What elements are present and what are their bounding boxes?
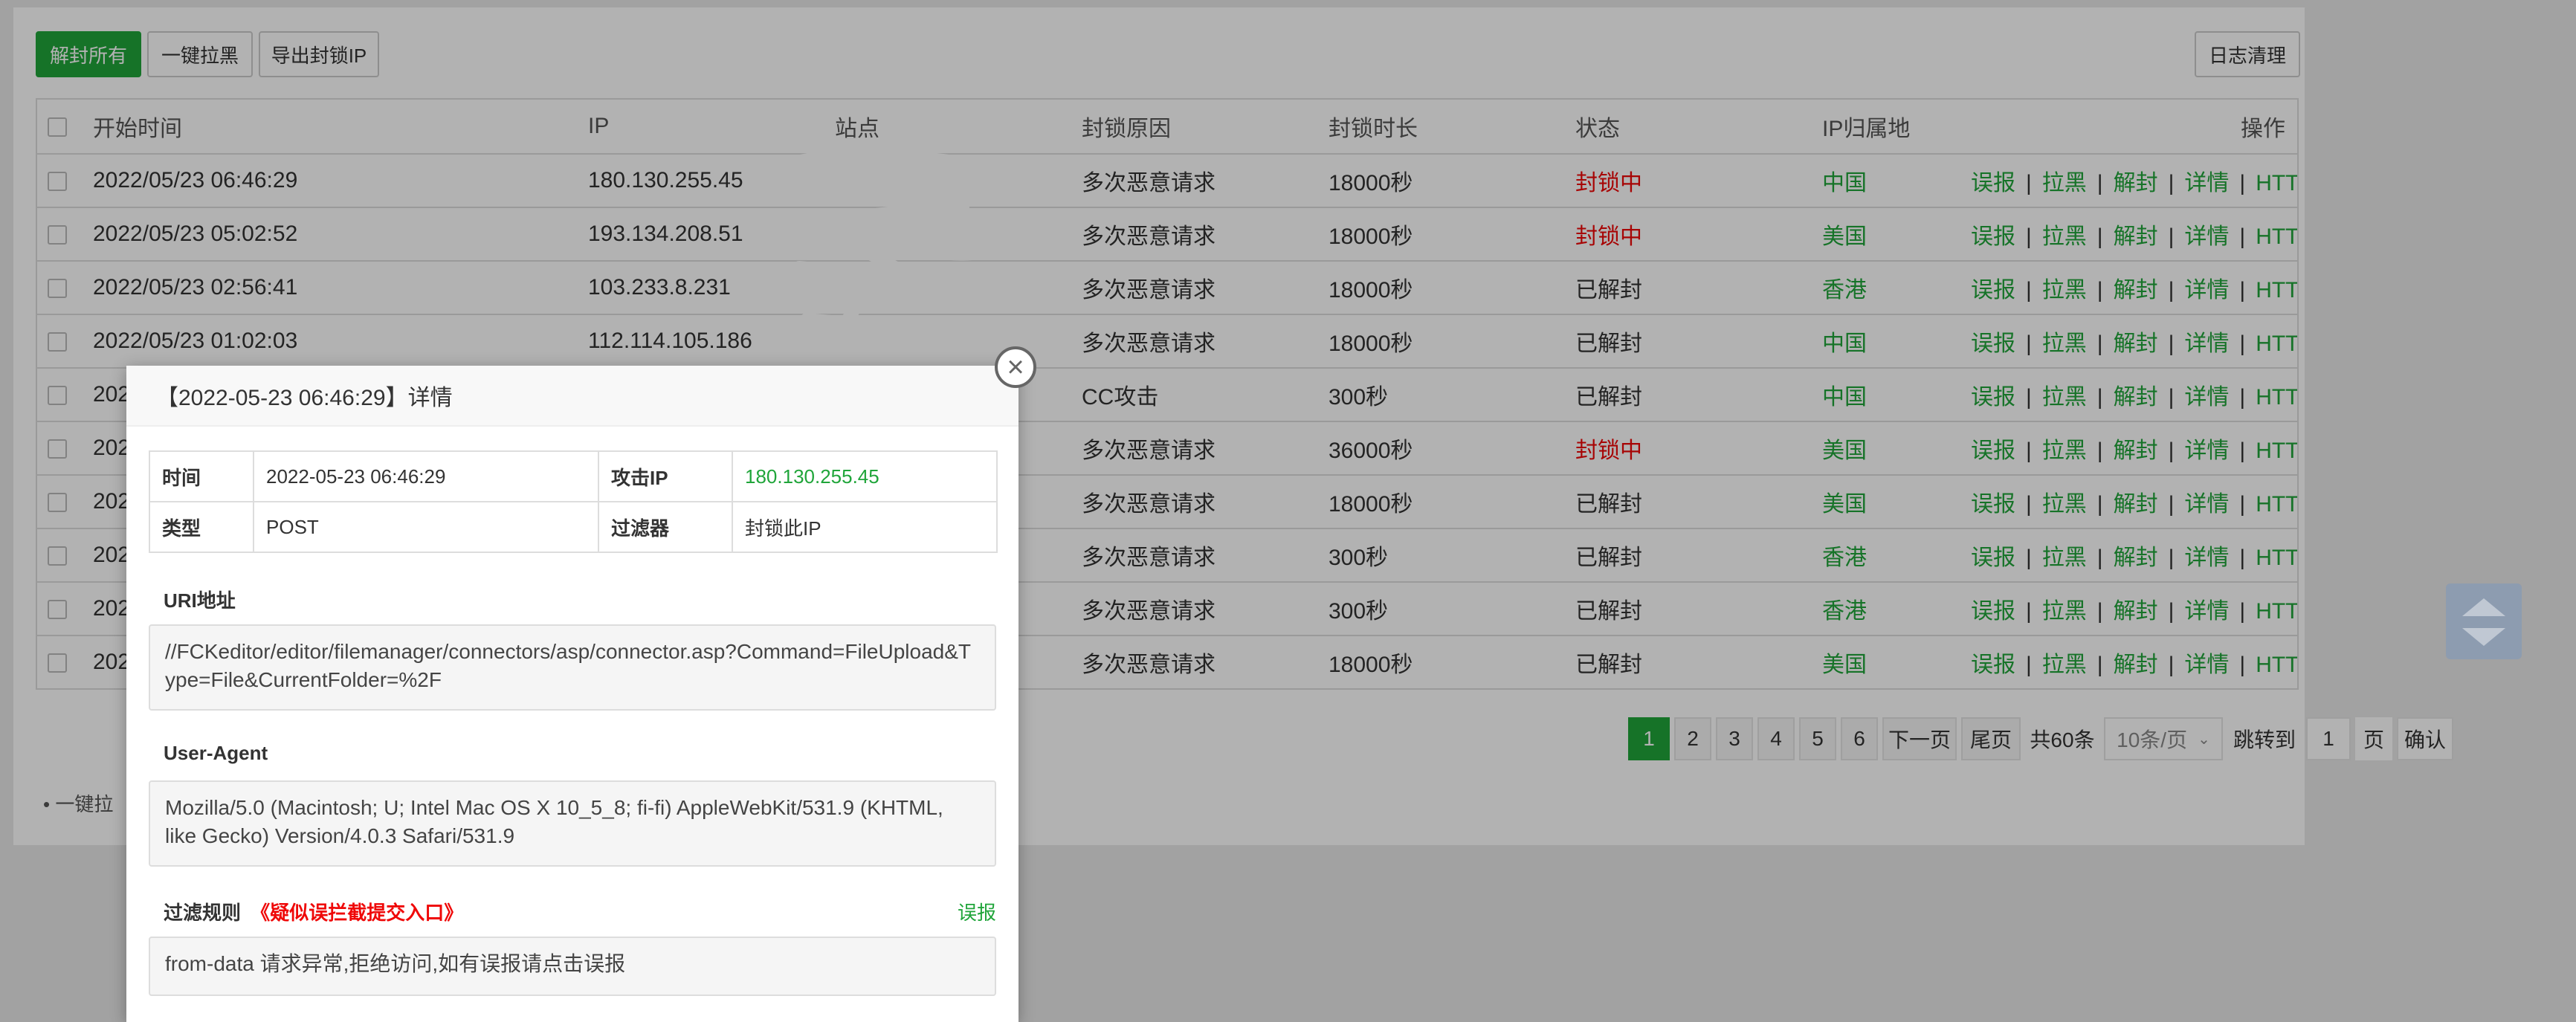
- attack-ip-label: 攻击IP: [598, 450, 733, 502]
- attack-ip-value: 180.130.255.45: [732, 450, 998, 502]
- report-false-positive-link[interactable]: 误报: [958, 898, 996, 925]
- filter-rule-name: 《疑似误拦截提交入口》: [251, 902, 464, 924]
- filter-rule-label: 过滤规则 《疑似误拦截提交入口》: [164, 898, 463, 925]
- close-dialog-button[interactable]: ×: [995, 346, 1036, 388]
- user-agent-label: User-Agent: [164, 742, 268, 764]
- filter-value: 封锁此IP: [732, 501, 998, 553]
- scroll-arrows-icon: [2462, 598, 2505, 646]
- time-label: 时间: [149, 450, 254, 502]
- back-to-top-button[interactable]: [2446, 583, 2522, 659]
- filter-label: 过滤器: [598, 501, 733, 553]
- filter-rule-value: from-data 请求异常,拒绝访问,如有误报请点击误报: [149, 937, 996, 996]
- uri-label: URI地址: [164, 589, 236, 612]
- user-agent-value: Mozilla/5.0 (Macintosh; U; Intel Mac OS …: [149, 780, 996, 867]
- time-value: 2022-05-23 06:46:29: [253, 450, 599, 502]
- detail-dialog: 【2022-05-23 06:46:29】详情 时间 2022-05-23 06…: [126, 366, 1019, 1022]
- filter-rule-title: 过滤规则: [164, 902, 242, 924]
- dialog-title: 【2022-05-23 06:46:29】详情: [126, 366, 1019, 427]
- type-value: POST: [253, 501, 599, 553]
- uri-value: //FCKeditor/editor/filemanager/connector…: [149, 624, 996, 711]
- type-label: 类型: [149, 501, 254, 553]
- detail-info-table: 时间 2022-05-23 06:46:29 攻击IP 180.130.255.…: [149, 450, 998, 553]
- close-icon: ×: [1007, 351, 1024, 384]
